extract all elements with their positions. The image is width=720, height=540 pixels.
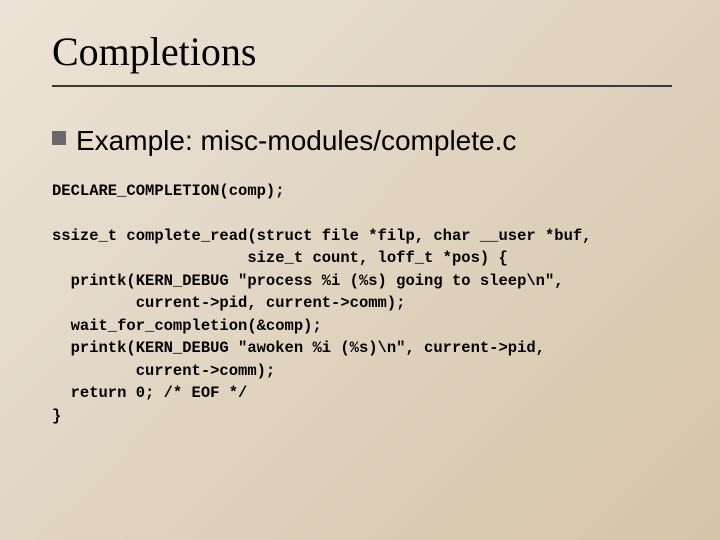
bullet-row: Example: misc-modules/complete.c (52, 123, 672, 158)
title-underline (52, 85, 672, 87)
bullet-text: Example: misc-modules/complete.c (76, 123, 516, 158)
bullet-square-icon (52, 131, 66, 145)
slide-title: Completions (52, 28, 672, 79)
code-block: DECLARE_COMPLETION(comp); ssize_t comple… (52, 180, 672, 427)
slide: Completions Example: misc-modules/comple… (0, 0, 720, 540)
